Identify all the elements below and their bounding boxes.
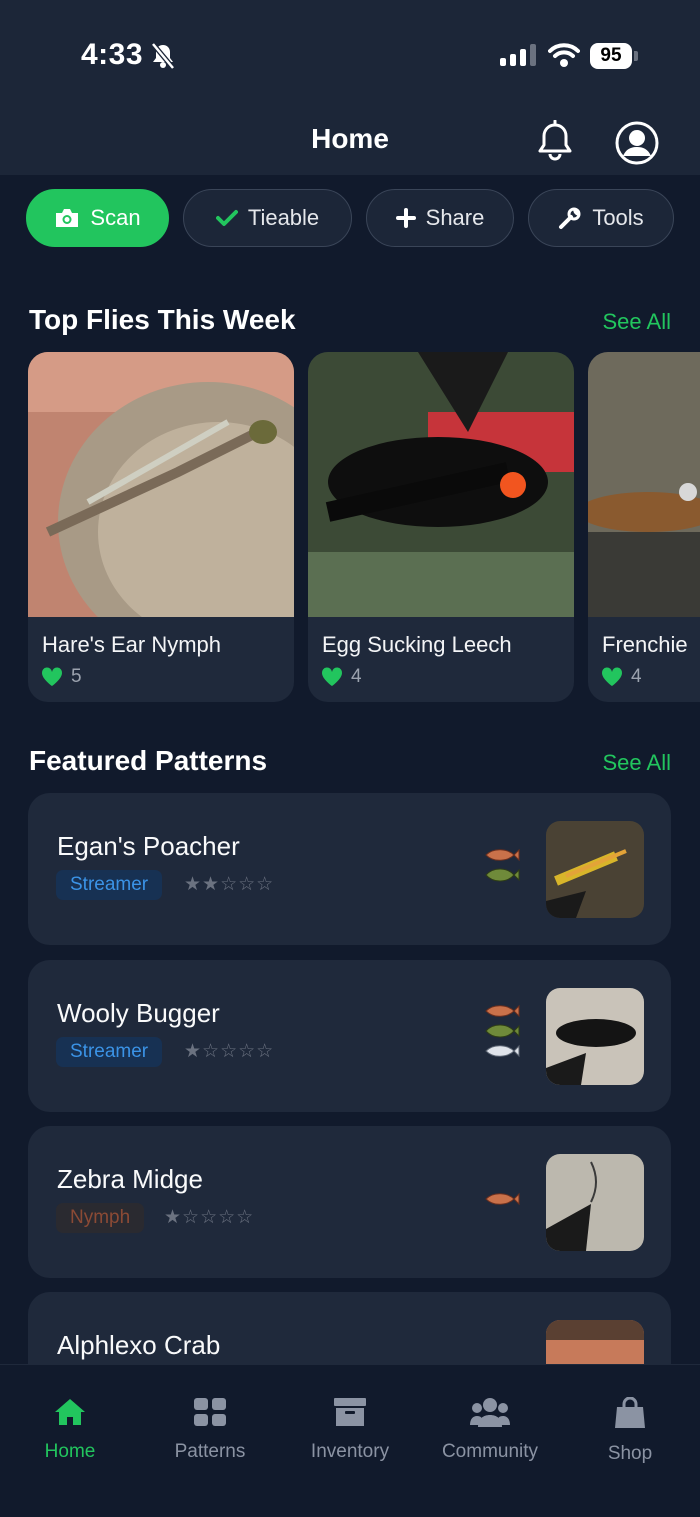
nav-patterns[interactable]: Patterns bbox=[140, 1365, 280, 1517]
top-flies-carousel[interactable]: Hare's Ear Nymph 5 Egg Sucking Leech 4 F… bbox=[28, 352, 700, 702]
fly-likes: 5 bbox=[41, 666, 82, 688]
pattern-name: Alphlexo Crab bbox=[57, 1330, 221, 1360]
fish-outline-icon bbox=[485, 1044, 520, 1058]
battery-tip bbox=[634, 51, 638, 61]
rating-stars: ★★☆☆☆ bbox=[184, 874, 275, 895]
plus-icon bbox=[395, 208, 416, 228]
pattern-type-badge: Streamer bbox=[56, 1037, 163, 1067]
heart-icon bbox=[601, 667, 623, 686]
pattern-name: Egan's Poacher bbox=[57, 831, 240, 861]
pattern-thumbnail bbox=[546, 988, 644, 1085]
trout-icon bbox=[485, 848, 520, 862]
nav-label: Patterns bbox=[174, 1441, 246, 1462]
species-icons bbox=[484, 1004, 520, 1058]
nav-label: Community bbox=[441, 1441, 539, 1462]
home-icon bbox=[55, 1399, 85, 1425]
status-time: 4:33 bbox=[81, 38, 144, 71]
bell-icon[interactable] bbox=[535, 120, 575, 162]
nav-shop[interactable]: Shop bbox=[560, 1365, 700, 1517]
camera-icon bbox=[56, 209, 79, 227]
rating-stars: ★☆☆☆☆ bbox=[164, 1207, 255, 1228]
fly-name: Frenchie bbox=[602, 632, 688, 657]
bass-icon bbox=[485, 1024, 520, 1038]
featured-see-all-link[interactable]: See All bbox=[603, 750, 672, 776]
scan-label: Scan bbox=[90, 205, 141, 230]
battery-indicator: 95 bbox=[590, 43, 632, 69]
fly-likes: 4 bbox=[601, 666, 642, 688]
cellular-signal-icon bbox=[500, 44, 536, 66]
pattern-row[interactable]: Egan's Poacher Streamer ★★☆☆☆ bbox=[28, 793, 671, 945]
fly-like-count: 4 bbox=[351, 666, 362, 687]
share-button[interactable]: Share bbox=[366, 189, 514, 247]
fly-name: Egg Sucking Leech bbox=[322, 632, 512, 657]
fly-name: Hare's Ear Nymph bbox=[42, 632, 222, 657]
grid-icon bbox=[194, 1398, 226, 1426]
pattern-row[interactable]: Wooly Bugger Streamer ★☆☆☆☆ bbox=[28, 960, 671, 1112]
tieable-button[interactable]: Tieable bbox=[183, 189, 352, 247]
profile-icon[interactable] bbox=[614, 120, 660, 166]
fly-like-count: 4 bbox=[631, 666, 642, 687]
share-label: Share bbox=[425, 205, 485, 230]
top-bar: 4:33 95 Home bbox=[0, 0, 700, 175]
trout-icon bbox=[485, 1192, 520, 1206]
archive-box-icon bbox=[334, 1398, 366, 1426]
fly-photo bbox=[28, 352, 294, 617]
featured-patterns-title: Featured Patterns bbox=[29, 745, 268, 776]
rating-stars: ★☆☆☆☆ bbox=[184, 1041, 275, 1062]
fly-photo bbox=[588, 352, 700, 617]
quick-actions: Scan Tieable Share Tools bbox=[26, 189, 674, 247]
bass-icon bbox=[485, 868, 520, 882]
pattern-name: Wooly Bugger bbox=[57, 998, 220, 1028]
heart-icon bbox=[41, 667, 63, 686]
users-icon bbox=[470, 1398, 510, 1427]
nav-home[interactable]: Home bbox=[0, 1365, 140, 1517]
pattern-type-badge: Nymph bbox=[56, 1203, 145, 1233]
tieable-label: Tieable bbox=[247, 205, 320, 230]
page-title: Home bbox=[311, 123, 389, 154]
pattern-thumbnail bbox=[546, 1154, 644, 1251]
bottom-navigation: Home Patterns Inventory Community Shop bbox=[0, 1364, 700, 1517]
heart-icon bbox=[321, 667, 343, 686]
trout-icon bbox=[485, 1004, 520, 1018]
pattern-row[interactable]: Zebra Midge Nymph ★☆☆☆☆ bbox=[28, 1126, 671, 1278]
fly-likes: 4 bbox=[321, 666, 362, 688]
wrench-icon bbox=[559, 207, 581, 229]
fly-card[interactable]: Hare's Ear Nymph 5 bbox=[28, 352, 294, 702]
scan-button[interactable]: Scan bbox=[26, 189, 169, 247]
species-icons bbox=[484, 848, 520, 884]
fly-card[interactable]: Egg Sucking Leech 4 bbox=[308, 352, 574, 702]
tools-label: Tools bbox=[592, 205, 644, 230]
nav-community[interactable]: Community bbox=[420, 1365, 560, 1517]
top-flies-title: Top Flies This Week bbox=[29, 304, 296, 335]
silent-mode-icon bbox=[151, 42, 175, 70]
fly-card[interactable]: Frenchie 4 bbox=[588, 352, 700, 702]
top-flies-see-all-link[interactable]: See All bbox=[603, 309, 672, 335]
check-icon bbox=[215, 210, 238, 226]
nav-inventory[interactable]: Inventory bbox=[280, 1365, 420, 1517]
pattern-thumbnail bbox=[546, 821, 644, 918]
pattern-type-badge: Streamer bbox=[56, 870, 163, 900]
species-icons bbox=[484, 1192, 520, 1206]
tools-button[interactable]: Tools bbox=[528, 189, 674, 247]
fly-photo bbox=[308, 352, 574, 617]
nav-label: Shop bbox=[607, 1443, 653, 1464]
nav-label: Home bbox=[44, 1441, 96, 1462]
wifi-icon bbox=[548, 43, 580, 67]
shopping-bag-icon bbox=[615, 1397, 645, 1428]
fly-like-count: 5 bbox=[71, 666, 82, 687]
nav-label: Inventory bbox=[310, 1441, 390, 1462]
pattern-name: Zebra Midge bbox=[57, 1164, 203, 1194]
